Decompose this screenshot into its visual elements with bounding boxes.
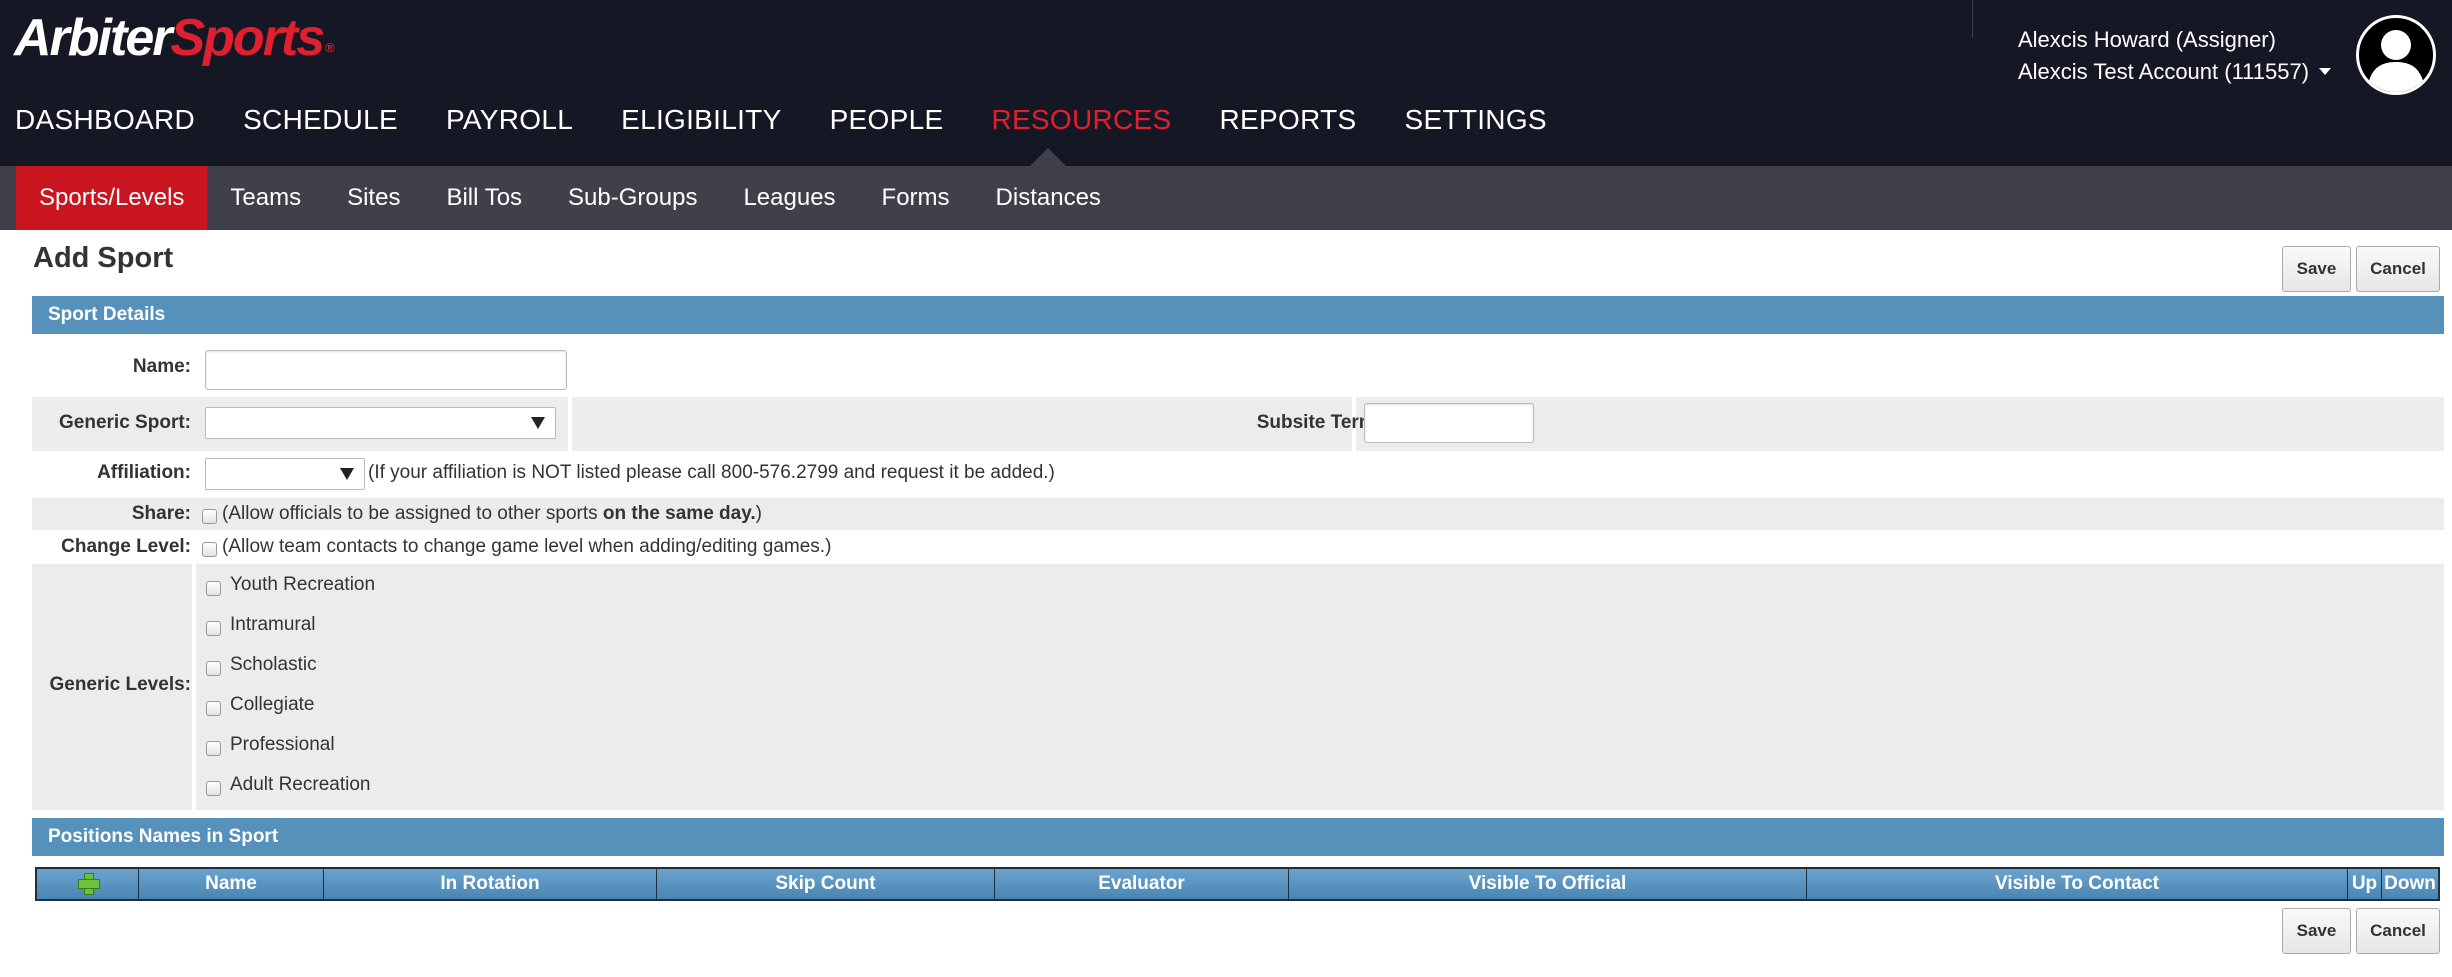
generic-sport-label: Generic Sport: — [59, 412, 191, 433]
share-row: Share: (Allow officials to be assigned t… — [32, 498, 2444, 530]
name-field[interactable] — [205, 350, 567, 390]
col-skip-count[interactable]: Skip Count — [657, 869, 995, 899]
col-visible-to-contact[interactable]: Visible To Contact — [1807, 869, 2348, 899]
cancel-button[interactable]: Cancel — [2356, 246, 2440, 292]
scholastic-label: Scholastic — [230, 654, 317, 675]
subnav-sites[interactable]: Sites — [324, 166, 423, 230]
col-visible-to-official[interactable]: Visible To Official — [1289, 869, 1807, 899]
col-in-rotation[interactable]: In Rotation — [324, 869, 657, 899]
nav-reports[interactable]: REPORTS — [1220, 96, 1357, 144]
affiliation-help-text: (If your affiliation is NOT listed pleas… — [368, 462, 1055, 483]
positions-table-header: Name In Rotation Skip Count Evaluator Vi… — [35, 867, 2440, 901]
name-row: Name: — [32, 342, 2444, 394]
subnav-sports-levels[interactable]: Sports/Levels — [16, 166, 208, 230]
subnav-leagues[interactable]: Leagues — [720, 166, 858, 230]
subnav-forms[interactable]: Forms — [859, 166, 973, 230]
affiliation-select[interactable] — [205, 458, 365, 490]
account-name: Alexcis Test Account (111557) — [2018, 59, 2310, 84]
sport-details-header: Sport Details — [32, 296, 2444, 334]
change-level-help-text: (Allow team contacts to change game leve… — [222, 536, 832, 557]
share-help-prefix: (Allow officials to be assigned to other… — [222, 503, 603, 524]
professional-checkbox[interactable] — [206, 741, 221, 756]
col-up[interactable]: Up — [2348, 869, 2382, 899]
adult-recreation-checkbox[interactable] — [206, 781, 221, 796]
logo-text-sports: Sports — [170, 9, 325, 67]
dropdown-arrow-icon — [340, 468, 354, 480]
subnav-bill-tos[interactable]: Bill Tos — [423, 166, 545, 230]
subnav-sub-groups[interactable]: Sub-Groups — [545, 166, 720, 230]
generic-levels-row: Generic Levels: Youth Recreation Intramu… — [32, 564, 2444, 810]
share-help-bold: on the same day. — [602, 503, 756, 524]
change-level-row: Change Level: (Allow team contacts to ch… — [32, 531, 2444, 563]
col-name[interactable]: Name — [139, 869, 324, 899]
name-label: Name: — [132, 356, 191, 377]
column-divider — [568, 397, 572, 451]
collegiate-label: Collegiate — [230, 694, 315, 715]
affiliation-label: Affiliation: — [97, 462, 191, 483]
collegiate-checkbox[interactable] — [206, 701, 221, 716]
page-title: Add Sport — [33, 242, 174, 274]
youth-recreation-label: Youth Recreation — [230, 574, 376, 595]
share-help-suffix: ) — [755, 503, 762, 524]
intramural-label: Intramural — [230, 614, 316, 635]
generic-levels-label: Generic Levels: — [49, 674, 191, 695]
generic-sport-row: Generic Sport: Subsite Term: — [32, 397, 2444, 451]
avatar[interactable] — [2356, 15, 2436, 95]
column-divider — [192, 564, 196, 810]
logo-text-arbiter: Arbiter — [14, 9, 172, 67]
share-checkbox[interactable] — [202, 509, 217, 524]
nav-payroll[interactable]: PAYROLL — [446, 96, 573, 144]
nav-resources[interactable]: RESOURCES — [991, 96, 1171, 144]
add-icon[interactable] — [77, 872, 100, 895]
nav-dashboard[interactable]: DASHBOARD — [15, 96, 195, 144]
chevron-down-icon — [2319, 67, 2332, 75]
subnav-distances[interactable]: Distances — [973, 166, 1124, 230]
share-help-text: (Allow officials to be assigned to other… — [222, 503, 762, 525]
top-header: ArbiterSports ® Alexcis Howard (Assigner)… — [0, 0, 2452, 166]
subnav-teams[interactable]: Teams — [207, 166, 324, 230]
dropdown-arrow-icon — [531, 417, 545, 429]
arbitersports-logo[interactable]: ArbiterSports ® — [14, 6, 335, 70]
scholastic-checkbox[interactable] — [206, 661, 221, 676]
active-nav-pointer — [1030, 148, 1066, 166]
user-name: Alexcis Howard (Assigner) — [2018, 27, 2276, 52]
col-evaluator[interactable]: Evaluator — [995, 869, 1289, 899]
save-button-bottom[interactable]: Save — [2282, 908, 2351, 954]
positions-header: Positions Names in Sport — [32, 818, 2444, 856]
nav-eligibility[interactable]: ELIGIBILITY — [621, 96, 781, 144]
professional-label: Professional — [230, 734, 335, 755]
account-switcher[interactable]: Alexcis Test Account (111557) — [2018, 58, 2332, 86]
share-label: Share: — [131, 503, 191, 524]
sub-nav: Sports/Levels Teams Sites Bill Tos Sub-G… — [0, 166, 2452, 230]
adult-recreation-label: Adult Recreation — [230, 774, 371, 795]
subsite-term-field[interactable] — [1364, 403, 1534, 443]
col-down[interactable]: Down — [2382, 869, 2438, 899]
logo-trademark: ® — [325, 40, 334, 55]
change-level-label: Change Level: — [61, 536, 191, 557]
affiliation-row: Affiliation: (If your affiliation is NOT… — [32, 452, 2444, 496]
nav-settings[interactable]: SETTINGS — [1404, 96, 1546, 144]
generic-sport-select[interactable] — [205, 407, 556, 439]
add-position-cell — [37, 869, 139, 899]
change-level-checkbox[interactable] — [202, 542, 217, 557]
main-nav: DASHBOARD SCHEDULE PAYROLL ELIGIBILITY P… — [0, 96, 1580, 144]
save-button[interactable]: Save — [2282, 246, 2351, 292]
nav-schedule[interactable]: SCHEDULE — [243, 96, 398, 144]
header-divider — [1972, 0, 1973, 38]
nav-people[interactable]: PEOPLE — [830, 96, 944, 144]
cancel-button-bottom[interactable]: Cancel — [2356, 908, 2440, 954]
intramural-checkbox[interactable] — [206, 621, 221, 636]
youth-recreation-checkbox[interactable] — [206, 581, 221, 596]
user-silhouette-icon — [2367, 30, 2425, 92]
